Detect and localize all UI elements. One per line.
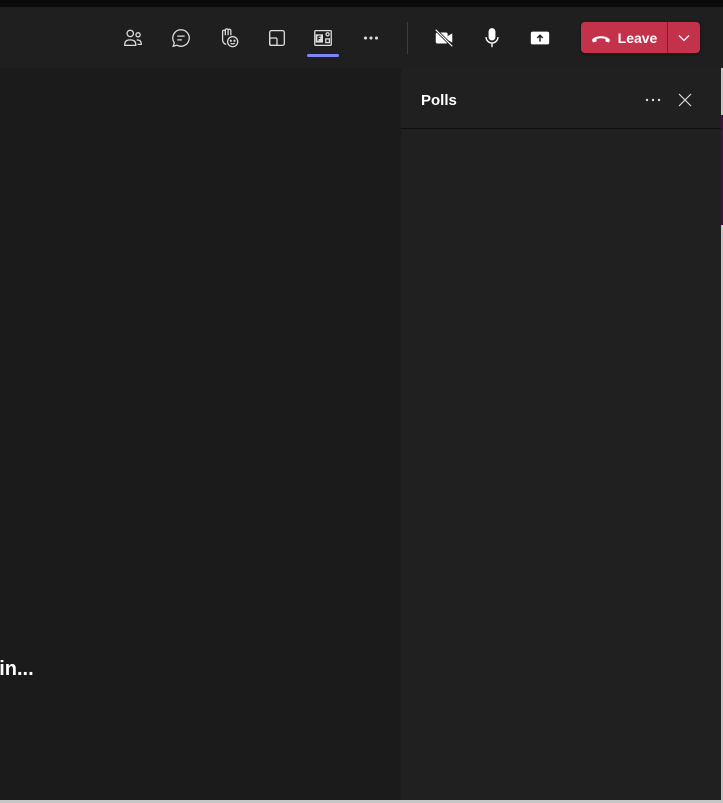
polls-panel-header: Polls bbox=[401, 68, 721, 129]
share-button[interactable] bbox=[522, 21, 558, 55]
breakout-rooms-icon bbox=[269, 30, 285, 46]
panel-close-button[interactable] bbox=[673, 88, 697, 112]
panel-title: Polls bbox=[421, 92, 457, 109]
chat-icon bbox=[172, 29, 190, 48]
leave-button-group: Leave bbox=[581, 22, 700, 53]
camera-off-icon bbox=[434, 28, 454, 48]
close-icon bbox=[678, 93, 692, 107]
more-icon bbox=[645, 98, 661, 102]
people-icon bbox=[124, 29, 142, 46]
polls-panel: Polls bbox=[401, 68, 721, 800]
react-button[interactable] bbox=[211, 21, 247, 55]
people-button[interactable] bbox=[115, 21, 151, 55]
joining-status-text: oin... bbox=[0, 658, 34, 680]
chevron-down-icon bbox=[678, 34, 690, 41]
toolbar-divider bbox=[407, 22, 408, 54]
mic-button[interactable] bbox=[474, 21, 510, 55]
camera-button[interactable] bbox=[426, 21, 462, 55]
leave-label: Leave bbox=[617, 29, 658, 46]
meeting-toolbar: Leave bbox=[0, 7, 723, 68]
leave-options-dropdown[interactable] bbox=[668, 22, 700, 53]
more-actions-button[interactable] bbox=[353, 21, 389, 55]
active-tab-indicator bbox=[307, 54, 339, 57]
forms-apps-icon bbox=[314, 30, 332, 46]
hang-up-icon bbox=[591, 35, 610, 42]
rooms-button[interactable] bbox=[259, 21, 295, 55]
leave-button[interactable]: Leave bbox=[581, 22, 667, 53]
share-icon bbox=[530, 31, 550, 45]
more-icon bbox=[363, 36, 379, 40]
raise-hand-react-icon bbox=[221, 28, 239, 48]
panel-more-button[interactable] bbox=[641, 88, 665, 112]
apps-button[interactable] bbox=[305, 21, 341, 55]
mic-icon bbox=[485, 28, 499, 48]
chat-button[interactable] bbox=[163, 21, 199, 55]
meeting-stage: oin... bbox=[0, 68, 401, 800]
window-top-strip bbox=[0, 0, 723, 7]
